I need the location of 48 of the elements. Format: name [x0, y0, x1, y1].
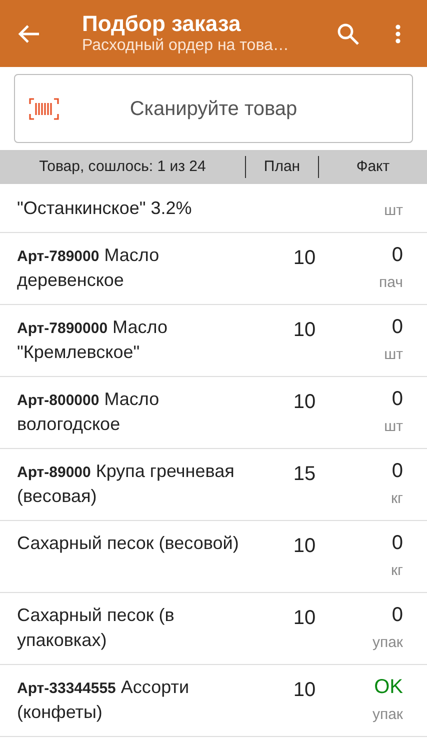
unit-label: шт [384, 345, 403, 365]
plan-quantity: 10 [293, 391, 316, 413]
back-icon[interactable] [18, 24, 40, 42]
plan-quantity: 10 [293, 607, 316, 629]
plan-column-header: План [264, 158, 300, 175]
item-row[interactable]: Арт-7890000 Масло "Кремлевское" 10 0 шт [0, 305, 427, 377]
fact-quantity: 0 [392, 315, 403, 339]
item-name: Арт-800000 Масло вологодское [17, 388, 160, 436]
more-icon[interactable] [395, 24, 401, 44]
unit-label: шт [384, 201, 403, 221]
unit-label: упак [372, 705, 403, 725]
unit-label: пач [379, 273, 403, 293]
item-name: Арт-33344555 Ассорти (конфеты) [17, 676, 190, 724]
item-row[interactable]: Арт-789000 Масло деревенское 10 0 пач [0, 233, 427, 305]
fact-quantity: 0 [392, 459, 403, 483]
plan-quantity: 10 [293, 319, 316, 341]
product-column-header: Товар, сошлось: 1 из 24 [39, 158, 206, 175]
barcode-icon [29, 98, 59, 120]
plan-quantity: 10 [293, 247, 316, 269]
plan-quantity: 15 [293, 463, 316, 485]
item-name: Арт-789000 Масло деревенское [17, 244, 160, 292]
screen-subtitle: Расходный ордер на това… [82, 36, 290, 56]
search-icon[interactable] [337, 22, 359, 44]
unit-label: упак [372, 633, 403, 653]
item-row[interactable]: Арт-800000 Масло вологодское 10 0 шт [0, 377, 427, 449]
fact-quantity: 0 [392, 603, 403, 627]
item-row[interactable]: "Останкинское" 3.2% шт [0, 184, 427, 233]
plan-quantity: 10 [293, 535, 316, 557]
item-name: Сахарный песок (весовой) [17, 532, 240, 555]
fact-quantity: OK [374, 675, 403, 699]
unit-label: шт [384, 417, 403, 437]
fact-quantity: 0 [392, 387, 403, 411]
item-name: Сахарный песок (в упаковках) [17, 604, 176, 652]
fact-column-header: Факт [356, 158, 390, 175]
fact-quantity: 0 [392, 531, 403, 555]
unit-label: кг [390, 489, 403, 509]
item-row[interactable]: Арт-89000 Крупа гречневая (весовая) 15 0 кг [0, 449, 427, 521]
plan-quantity: 10 [293, 679, 316, 701]
screen-title: Подбор заказа [82, 12, 242, 36]
item-row[interactable]: Сахарный песок (весовой) 10 0 кг [0, 521, 427, 593]
item-row[interactable]: Арт-33344555 Ассорти (конфеты) 10 OK упак [0, 665, 427, 737]
unit-label: кг [390, 561, 403, 581]
item-name: Арт-7890000 Масло "Кремлевское" [17, 316, 168, 364]
scan-field[interactable]: Сканируйте товар [14, 74, 413, 143]
item-name: Арт-89000 Крупа гречневая (весовая) [17, 460, 236, 508]
item-name: "Останкинское" 3.2% [17, 197, 193, 220]
fact-quantity: 0 [392, 243, 403, 267]
item-row[interactable]: Сахарный песок (в упаковках) 10 0 упак [0, 593, 427, 665]
